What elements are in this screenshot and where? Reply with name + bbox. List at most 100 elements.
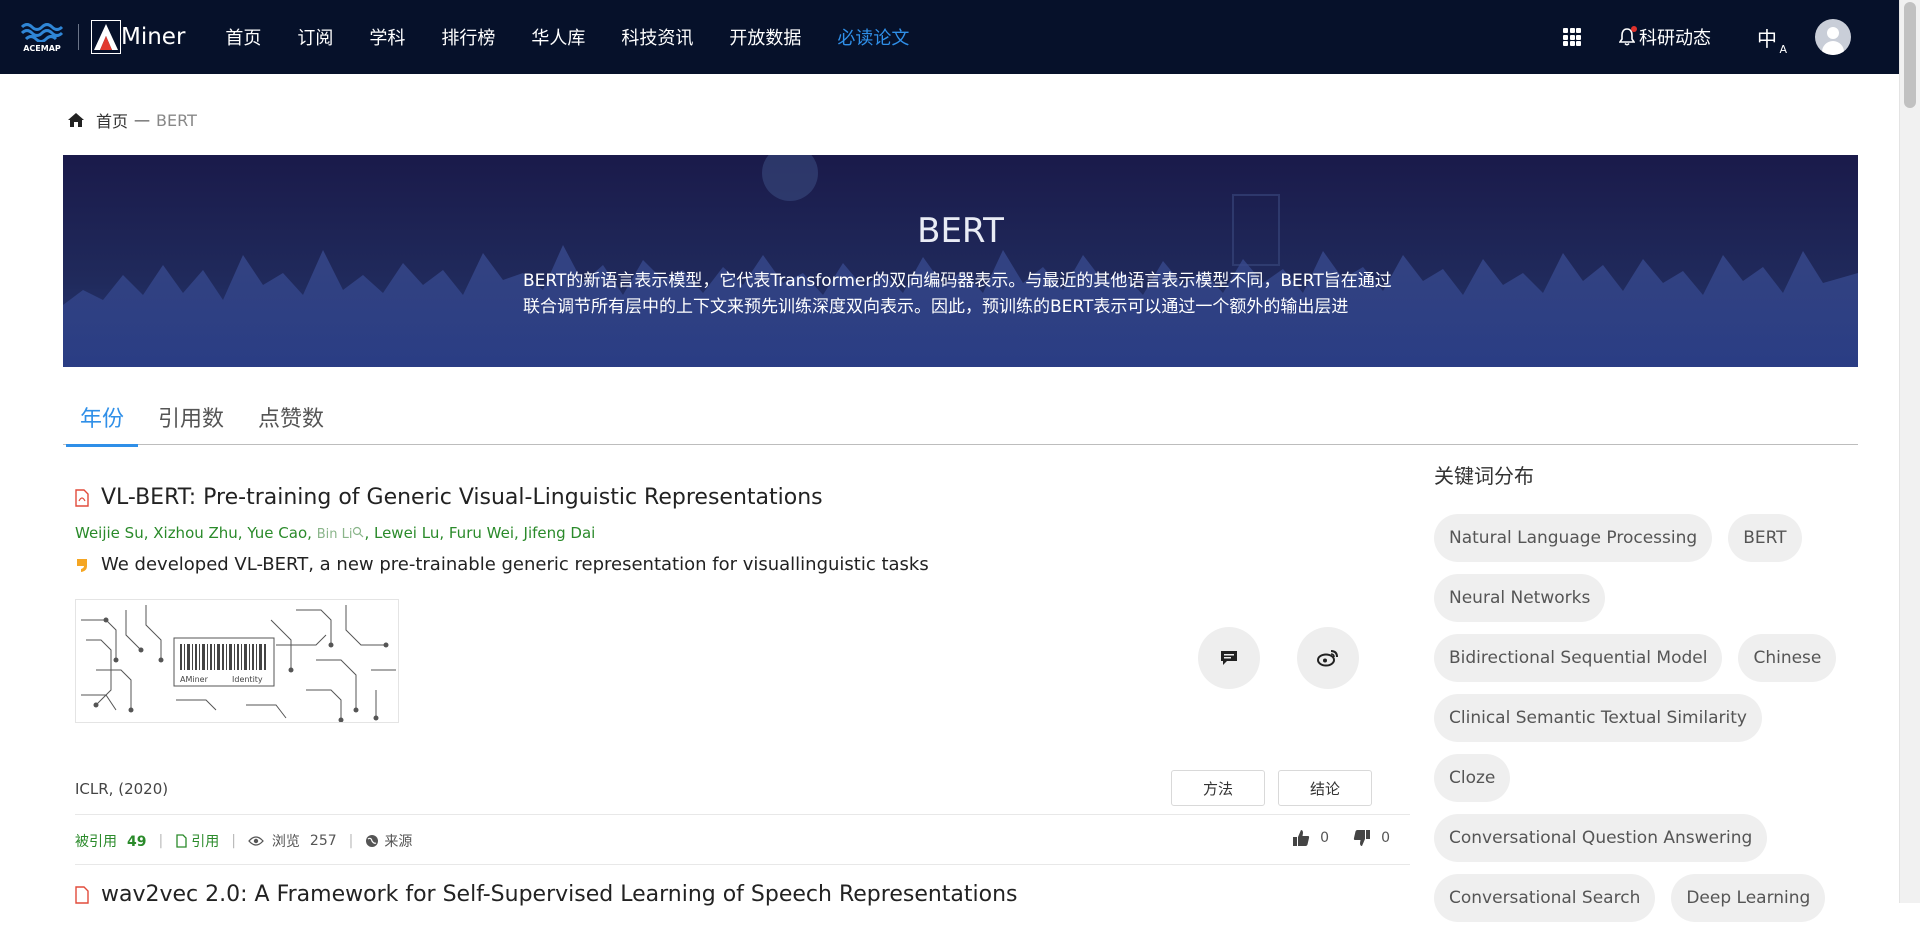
paper-thumbnail[interactable]: AMiner Identity (75, 599, 399, 723)
next-paper-title-row: wav2vec 2.0: A Framework for Self-Superv… (75, 882, 1018, 907)
sort-tabs: 年份 引用数 点赞数 (63, 395, 1858, 447)
keyword-tag[interactable]: Neural Networks (1434, 574, 1606, 622)
acemap-logo[interactable]: ACEMAP (18, 20, 66, 54)
nav-open-data[interactable]: 开放数据 (729, 24, 801, 50)
cited-by[interactable]: 被引用 49 (75, 831, 146, 851)
research-news-button[interactable]: 科研动态 (1618, 24, 1711, 50)
comment-icon (1221, 651, 1237, 665)
breadcrumb-current: BERT (156, 110, 197, 130)
author-links-more[interactable]: , Lewei Lu, Furu Wei, Jifeng Dai (364, 524, 595, 542)
likes-count: 0 (1320, 830, 1330, 846)
nav-subscribe[interactable]: 订阅 (297, 24, 333, 50)
lang-sub-label: A (1779, 42, 1787, 56)
source-label: 来源 (384, 834, 413, 850)
top-navbar: ACEMAP Miner 首页 订阅 学科 排行榜 华人库 科技资讯 开放数据 … (0, 0, 1899, 74)
keyword-tag[interactable]: Deep Learning (1671, 874, 1826, 922)
thumbnail-label-identity: Identity (232, 675, 263, 684)
keyword-distribution-panel: 关键词分布 Natural Language Processing BERT N… (1434, 460, 1854, 934)
paper-card: VL-BERT: Pre-training of Generic Visual-… (75, 470, 1410, 907)
views-label: 浏览 (271, 834, 300, 850)
source-link[interactable]: 来源 (365, 831, 412, 851)
keyword-tag[interactable]: Conversational Search (1434, 874, 1656, 922)
keyword-list: Natural Language Processing BERT Neural … (1434, 514, 1854, 934)
thumbs-down-icon[interactable] (1353, 829, 1371, 847)
aminer-logo-text: Miner (121, 24, 186, 50)
page-scrollbar[interactable] (1899, 0, 1920, 903)
method-button[interactable]: 方法 (1171, 770, 1265, 806)
venue-row: ICLR, (2020) 方法 结论 (75, 770, 1405, 810)
research-news-label: 科研动态 (1639, 28, 1711, 49)
pdf-icon[interactable] (75, 885, 89, 904)
topic-banner: BERT BERT的新语言表示模型，它代表Transformer的双向编码器表示… (63, 155, 1858, 367)
circuit-illustration: AMiner Identity (81, 605, 396, 722)
cited-by-label: 被引用 (75, 834, 117, 850)
nav-tech-news[interactable]: 科技资讯 (621, 24, 693, 50)
keyword-tag[interactable]: Natural Language Processing (1434, 514, 1713, 562)
breadcrumb: 首页 一 BERT (68, 108, 197, 132)
nav-chinese-scholars[interactable]: 华人库 (531, 24, 585, 50)
paper-stats-left: 被引用 49 | 引用 | 浏览 257 | 来源 (75, 831, 412, 851)
apps-grid-icon[interactable] (1563, 28, 1581, 46)
keyword-tag[interactable]: BERT (1728, 514, 1802, 562)
user-avatar[interactable] (1815, 19, 1851, 55)
comment-button[interactable] (1198, 627, 1260, 689)
next-paper-title[interactable]: wav2vec 2.0: A Framework for Self-Superv… (101, 882, 1018, 907)
thumbs-up-icon[interactable] (1292, 829, 1310, 847)
search-icon[interactable] (352, 526, 364, 538)
nav-rankings[interactable]: 排行榜 (441, 24, 495, 50)
acemap-logo-text: ACEMAP (23, 43, 61, 53)
keyword-tag[interactable]: Cloze (1434, 754, 1511, 802)
dislikes-count: 0 (1381, 830, 1390, 846)
cite-button[interactable]: 引用 (175, 831, 219, 851)
views-count: 257 (309, 833, 337, 849)
aminer-logo[interactable]: Miner (91, 20, 185, 54)
paper-summary-row: We developed VL-BERT, a new pre-trainabl… (75, 554, 1405, 575)
bell-icon (1618, 26, 1637, 46)
cite-icon (176, 834, 187, 848)
conclusion-button[interactable]: 结论 (1278, 770, 1372, 806)
tab-year[interactable]: 年份 (63, 395, 141, 447)
tab-citations[interactable]: 引用数 (141, 395, 241, 445)
keyword-tag[interactable]: Chinese (1738, 634, 1837, 682)
eye-icon (248, 836, 264, 846)
tab-likes[interactable]: 点赞数 (241, 395, 341, 445)
paper-stats-right: 0 0 (1292, 829, 1390, 847)
author-links[interactable]: Weijie Su, Xizhou Zhu, Yue Cao, (75, 524, 312, 542)
author-unlinked[interactable]: Bin Li (317, 527, 353, 542)
stat-divider: | (231, 833, 236, 849)
aminer-a-icon (91, 20, 121, 54)
pdf-icon[interactable] (75, 488, 89, 507)
paper-summary: We developed VL-BERT, a new pre-trainabl… (101, 554, 929, 575)
quote-icon (77, 558, 87, 572)
weibo-share-button[interactable] (1297, 627, 1359, 689)
banner-description: BERT的新语言表示模型，它代表Transformer的双向编码器表示。与最近的… (523, 271, 1392, 317)
keyword-tag[interactable]: Clinical Semantic Textual Similarity (1434, 694, 1762, 742)
main-nav: 首页 订阅 学科 排行榜 华人库 科技资讯 开放数据 必读论文 (225, 24, 945, 50)
paper-title-row: VL-BERT: Pre-training of Generic Visual-… (75, 485, 1405, 510)
nav-right-group: 科研动态 中A (1563, 0, 1899, 74)
views: 浏览 257 (248, 831, 337, 851)
globe-icon (366, 835, 379, 847)
notification-dot (1631, 26, 1637, 32)
logo-divider (78, 24, 79, 50)
paper-authors: Weijie Su, Xizhou Zhu, Yue Cao, Bin Li , … (75, 524, 1405, 542)
breadcrumb-home[interactable]: 首页 (96, 108, 128, 132)
language-switch[interactable]: 中A (1757, 23, 1787, 56)
logo-group[interactable]: ACEMAP Miner (18, 20, 185, 54)
scrollbar-thumb[interactable] (1904, 2, 1916, 108)
weibo-icon (1317, 650, 1338, 667)
keyword-tag[interactable]: Bidirectional Sequential Model (1434, 634, 1723, 682)
banner-background (63, 155, 1858, 367)
paper-venue: ICLR, (2020) (75, 780, 169, 798)
keyword-tag[interactable]: Conversational Question Answering (1434, 814, 1768, 862)
banner-title: BERT (917, 211, 1004, 251)
nav-must-read-papers[interactable]: 必读论文 (837, 24, 909, 50)
paper-title[interactable]: VL-BERT: Pre-training of Generic Visual-… (101, 485, 823, 510)
nav-disciplines[interactable]: 学科 (369, 24, 405, 50)
nav-home[interactable]: 首页 (225, 24, 261, 50)
lang-main-label: 中 (1757, 26, 1777, 51)
acemap-wave-icon (20, 22, 64, 42)
cite-label: 引用 (191, 834, 220, 850)
stat-divider: | (158, 833, 164, 849)
stat-divider: | (348, 833, 354, 849)
